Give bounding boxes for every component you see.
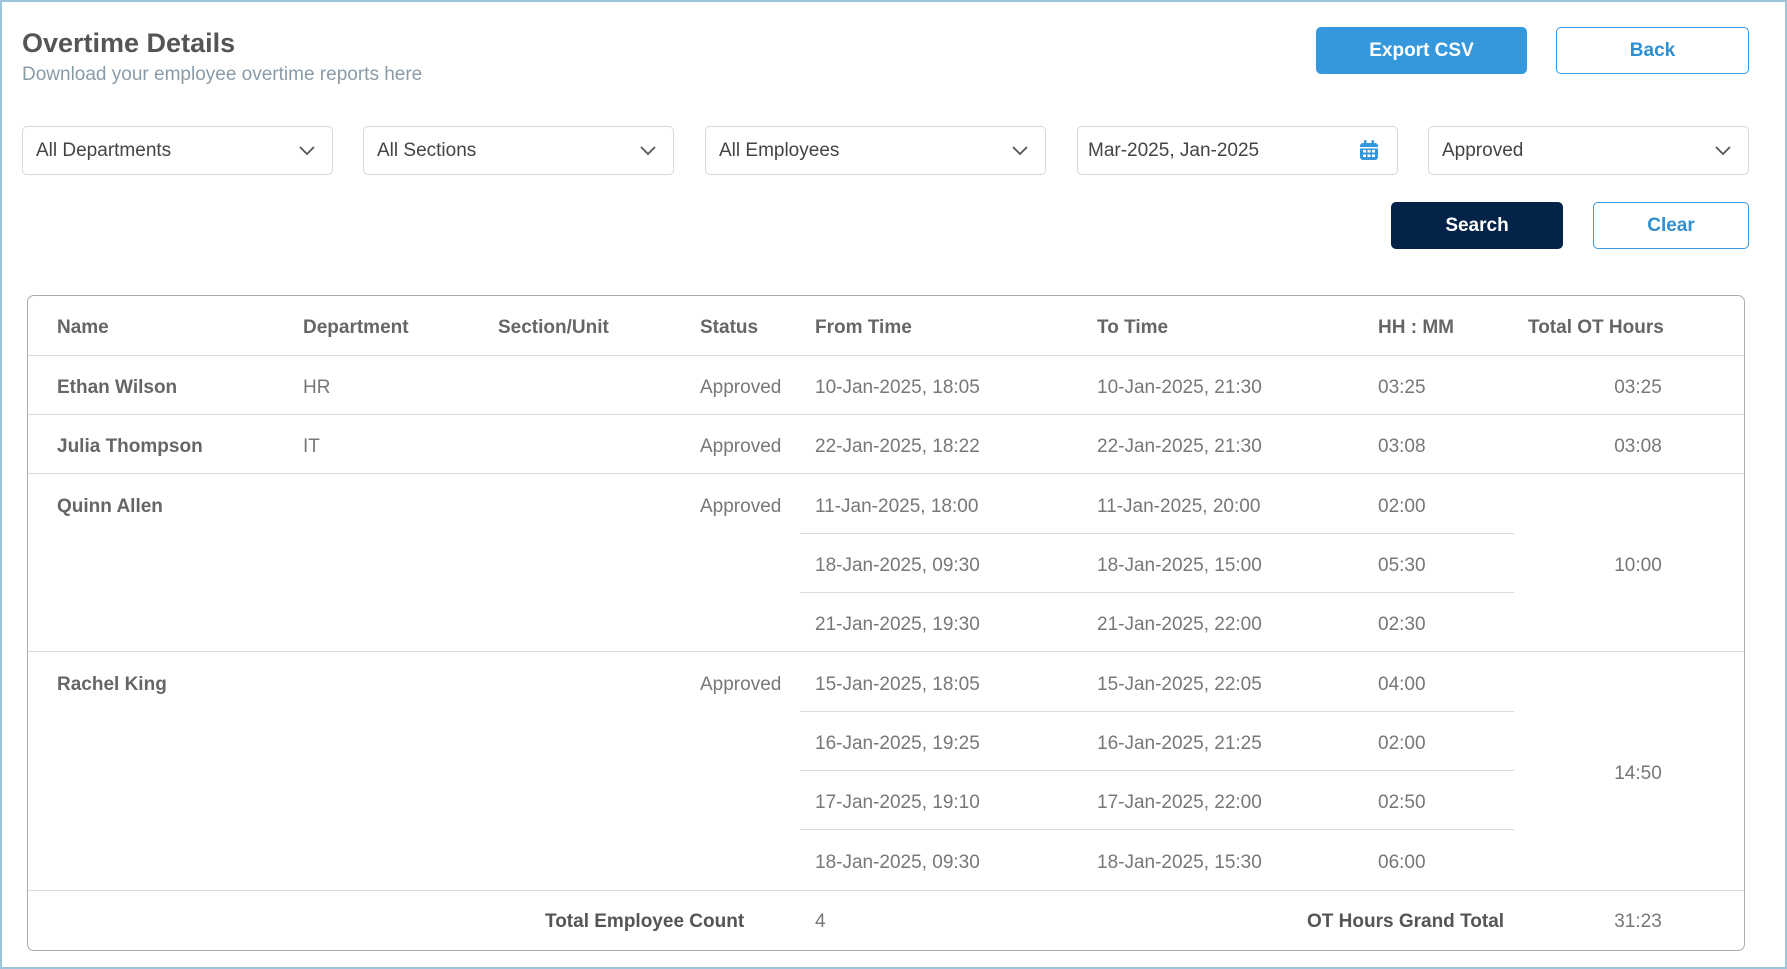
sub-row-divider	[800, 770, 1514, 771]
hhmm: 02:30	[1378, 614, 1426, 635]
col-header-name: Name	[57, 317, 109, 338]
back-button[interactable]: Back	[1556, 27, 1749, 74]
from-time: 18-Jan-2025, 09:30	[815, 852, 980, 873]
page-subtitle: Download your employee overtime reports …	[22, 64, 423, 85]
sub-row-divider	[800, 592, 1514, 593]
ot-grand-total-value: 31:23	[1614, 911, 1662, 932]
status-select-value: Approved	[1442, 139, 1524, 161]
row-divider	[28, 890, 1744, 891]
to-time: 17-Jan-2025, 22:00	[1097, 792, 1262, 813]
page-title: Overtime Details	[22, 28, 236, 58]
to-time: 18-Jan-2025, 15:30	[1097, 852, 1262, 873]
chevron-down-icon	[640, 146, 656, 156]
to-time: 15-Jan-2025, 22:05	[1097, 674, 1262, 695]
col-header-hhmm: HH : MM	[1378, 317, 1454, 338]
col-header-status: Status	[700, 317, 759, 338]
clear-button[interactable]: Clear	[1593, 202, 1749, 249]
date-range-value: Mar-2025, Jan-2025	[1088, 139, 1260, 161]
to-time: 10-Jan-2025, 21:30	[1097, 377, 1262, 398]
col-header-total-ot: Total OT Hours	[1528, 317, 1664, 338]
total-ot-hours: 03:25	[1614, 377, 1662, 398]
export-csv-button[interactable]: Export CSV	[1316, 27, 1527, 74]
from-time: 17-Jan-2025, 19:10	[815, 792, 980, 813]
search-button[interactable]: Search	[1391, 202, 1563, 249]
hhmm: 04:00	[1378, 674, 1426, 695]
overtime-table: Name Department Section/Unit Status From…	[27, 295, 1745, 951]
hhmm: 03:25	[1378, 377, 1426, 398]
employee-department: HR	[303, 377, 331, 398]
from-time: 22-Jan-2025, 18:22	[815, 436, 980, 457]
from-time: 21-Jan-2025, 19:30	[815, 614, 980, 635]
to-time: 16-Jan-2025, 21:25	[1097, 733, 1262, 754]
department-select[interactable]: All Departments	[22, 126, 333, 175]
date-range-input[interactable]: Mar-2025, Jan-2025	[1077, 126, 1398, 175]
to-time: 18-Jan-2025, 15:00	[1097, 555, 1262, 576]
sub-row-divider	[800, 533, 1514, 534]
employee-name: Julia Thompson	[57, 436, 203, 457]
from-time: 15-Jan-2025, 18:05	[815, 674, 980, 695]
employee-select[interactable]: All Employees	[705, 126, 1046, 175]
chevron-down-icon	[299, 146, 315, 156]
col-header-to-time: To Time	[1097, 317, 1169, 338]
row-divider	[28, 651, 1744, 652]
total-ot-hours: 14:50	[1614, 763, 1662, 784]
from-time: 16-Jan-2025, 19:25	[815, 733, 980, 754]
section-select-value: All Sections	[377, 139, 477, 161]
from-time: 18-Jan-2025, 09:30	[815, 555, 980, 576]
ot-grand-total-label: OT Hours Grand Total	[1307, 911, 1505, 932]
hhmm: 02:50	[1378, 792, 1426, 813]
employee-select-value: All Employees	[719, 139, 840, 161]
employee-status: Approved	[700, 496, 782, 517]
total-employee-count-label: Total Employee Count	[545, 911, 745, 932]
department-select-value: All Departments	[36, 139, 172, 161]
employee-name: Rachel King	[57, 674, 167, 695]
hhmm: 02:00	[1378, 496, 1426, 517]
col-header-from-time: From Time	[815, 317, 912, 338]
total-employee-count-value: 4	[815, 911, 826, 932]
calendar-icon[interactable]	[1359, 140, 1379, 161]
section-select[interactable]: All Sections	[363, 126, 674, 175]
sub-row-divider	[800, 829, 1514, 830]
col-header-department: Department	[303, 317, 409, 338]
employee-name: Quinn Allen	[57, 496, 163, 517]
to-time: 11-Jan-2025, 20:00	[1097, 496, 1261, 517]
row-divider	[28, 414, 1744, 415]
from-time: 11-Jan-2025, 18:00	[815, 496, 979, 517]
row-divider	[28, 355, 1744, 356]
hhmm: 03:08	[1378, 436, 1426, 457]
total-ot-hours: 10:00	[1614, 555, 1662, 576]
employee-status: Approved	[700, 674, 782, 695]
chevron-down-icon	[1012, 146, 1028, 156]
hhmm: 02:00	[1378, 733, 1426, 754]
employee-name: Ethan Wilson	[57, 377, 178, 398]
hhmm: 06:00	[1378, 852, 1426, 873]
to-time: 21-Jan-2025, 22:00	[1097, 614, 1262, 635]
row-divider	[28, 473, 1744, 474]
total-ot-hours: 03:08	[1614, 436, 1662, 457]
employee-status: Approved	[700, 436, 782, 457]
employee-department: IT	[303, 436, 320, 457]
sub-row-divider	[800, 711, 1514, 712]
employee-status: Approved	[700, 377, 782, 398]
hhmm: 05:30	[1378, 555, 1426, 576]
chevron-down-icon	[1715, 146, 1731, 156]
to-time: 22-Jan-2025, 21:30	[1097, 436, 1262, 457]
status-select[interactable]: Approved	[1428, 126, 1749, 175]
col-header-section: Section/Unit	[498, 317, 609, 338]
from-time: 10-Jan-2025, 18:05	[815, 377, 980, 398]
